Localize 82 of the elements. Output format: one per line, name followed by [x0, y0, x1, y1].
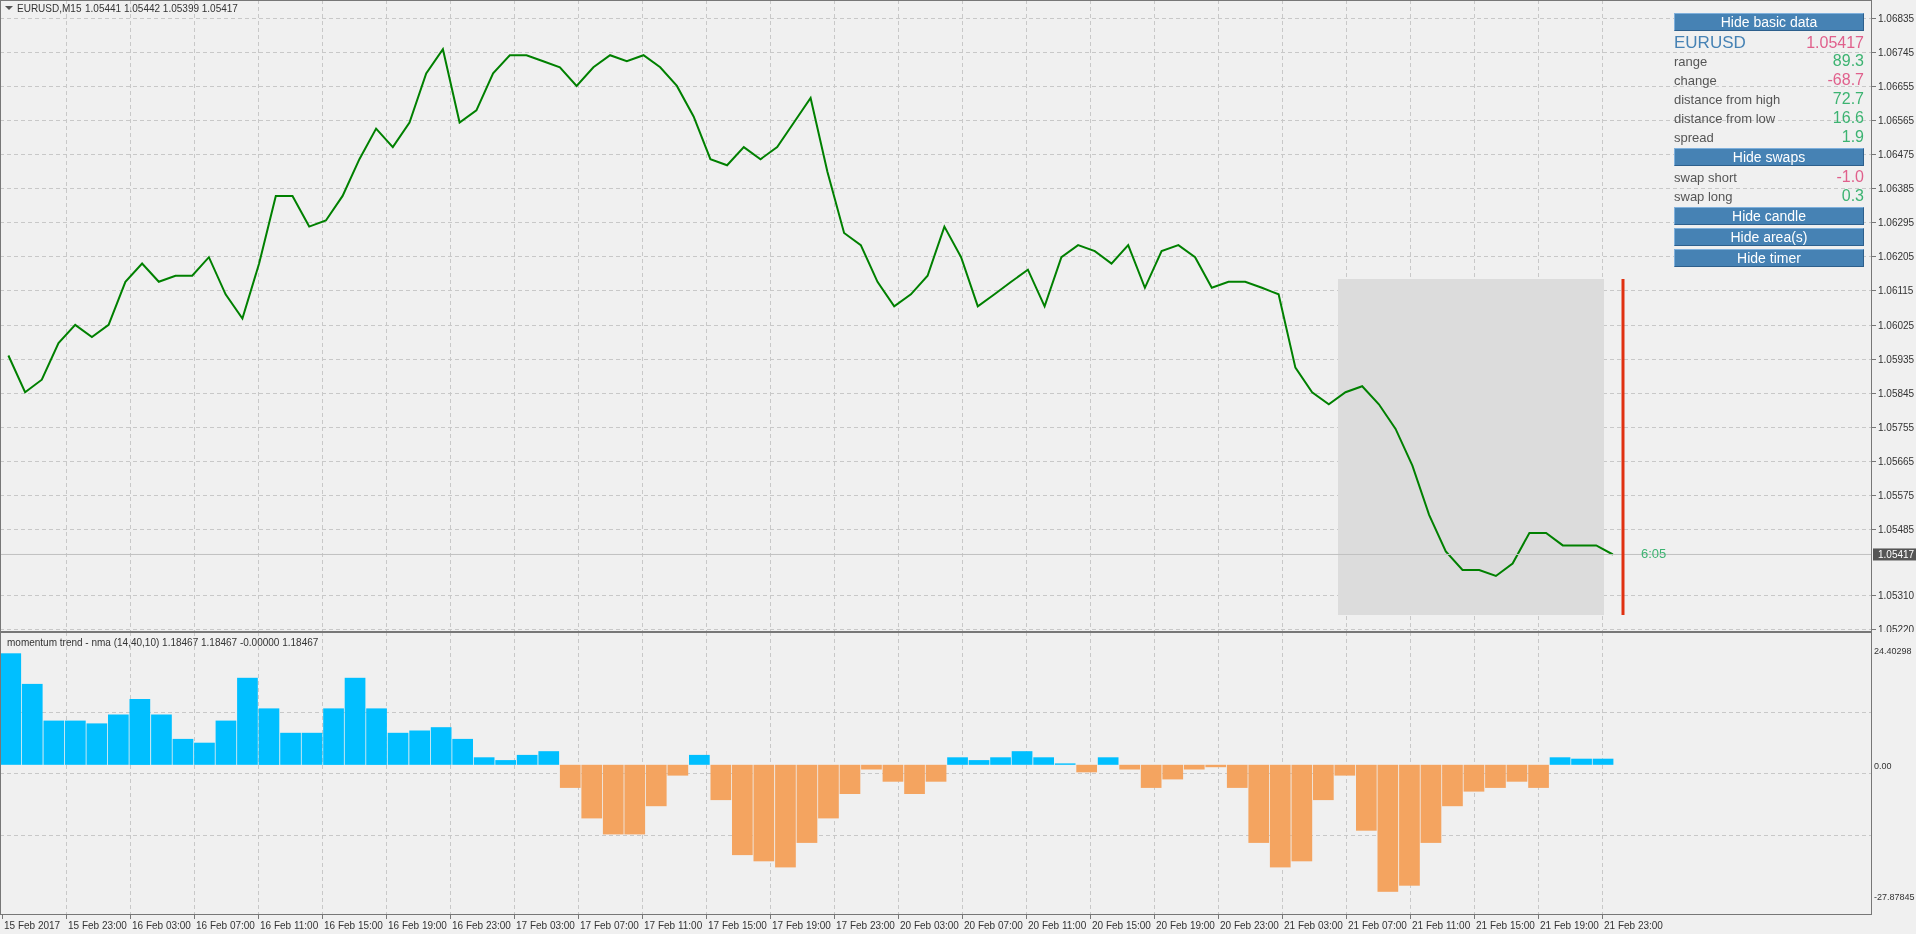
- dropdown-triangle-icon[interactable]: [5, 6, 13, 10]
- indicator-axis-label: 0.00: [1874, 761, 1892, 771]
- time-axis-label: 21 Feb 07:00: [1348, 920, 1407, 931]
- stat-label: change: [1674, 73, 1717, 88]
- momentum-bar: [129, 699, 151, 765]
- momentum-bar: [1485, 764, 1506, 788]
- time-axis-label: 16 Feb 19:00: [388, 920, 447, 931]
- price-axis-label: 1.06745: [1878, 47, 1915, 58]
- stat-label: spread: [1674, 130, 1714, 145]
- momentum-bar: [409, 730, 430, 765]
- time-axis-label: 20 Feb 15:00: [1092, 920, 1151, 931]
- time-axis-label: 21 Feb 11:00: [1412, 920, 1471, 931]
- time-axis-label: 16 Feb 07:00: [196, 920, 255, 931]
- momentum-bar: [86, 723, 108, 765]
- price-value: 1.05417: [1806, 34, 1864, 52]
- time-axis-label: 15 Feb 2017: [4, 920, 61, 931]
- current-price-label: 1.05417: [1873, 548, 1916, 561]
- hide-button[interactable]: Hide timer: [1674, 249, 1864, 267]
- price-axis-label: 1.05575: [1878, 490, 1915, 501]
- time-axis-label: 17 Feb 03:00: [516, 920, 575, 931]
- price-axis-label: 1.06835: [1878, 13, 1915, 24]
- time-axis-label: 17 Feb 19:00: [772, 920, 831, 931]
- stat-value: 72.7: [1832, 90, 1864, 108]
- time-axis-label: 16 Feb 23:00: [452, 920, 511, 931]
- stat-value: 16.6: [1832, 109, 1864, 127]
- price-axis-label: 1.06385: [1878, 183, 1915, 194]
- ohlc-values: 1.05441 1.05442 1.05399 1.05417: [85, 3, 238, 14]
- hide-button[interactable]: Hide area(s): [1674, 228, 1864, 246]
- price-axis-label: 1.06295: [1878, 217, 1915, 228]
- time-axis-label: 17 Feb 23:00: [836, 920, 895, 931]
- price-axis-label: 1.06655: [1878, 81, 1915, 92]
- time-axis-label: 21 Feb 03:00: [1284, 920, 1343, 931]
- time-axis-label: 17 Feb 07:00: [580, 920, 639, 931]
- symbol-label: EURUSD: [1674, 33, 1746, 53]
- stat-label: swap short: [1674, 170, 1737, 185]
- stat-value: 0.3: [1841, 187, 1864, 205]
- price-axis-label: 1.05485: [1878, 524, 1915, 535]
- stat-label: swap long: [1674, 189, 1733, 204]
- price-axis-label: 1.05665: [1878, 456, 1915, 467]
- price-axis-label: 1.06025: [1878, 320, 1915, 331]
- momentum-bar: [108, 714, 129, 765]
- momentum-bar: [65, 720, 86, 765]
- time-axis-label: 17 Feb 15:00: [708, 920, 767, 931]
- indicator-axis-label: -27.87845: [1874, 892, 1915, 902]
- momentum-bar: [1506, 764, 1528, 782]
- price-axis-label: 1.06205: [1878, 251, 1915, 262]
- time-axis-label: 20 Feb 23:00: [1220, 920, 1279, 931]
- stat-value: -68.7: [1827, 71, 1864, 89]
- time-axis-label: 20 Feb 03:00: [900, 920, 959, 931]
- timer-label: 6:05: [1641, 546, 1667, 562]
- price-axis-label: 1.06565: [1878, 115, 1915, 126]
- time-axis-label: 15 Feb 23:00: [68, 920, 127, 931]
- time-axis-label: 21 Feb 19:00: [1540, 920, 1599, 931]
- indicator-axis-label: 24.40298: [1874, 646, 1912, 656]
- time-axis-label: 17 Feb 11:00: [644, 920, 703, 931]
- stat-value: 89.3: [1832, 52, 1864, 70]
- stat-label: distance from high: [1674, 92, 1781, 107]
- price-axis-label: 1.05310: [1878, 590, 1915, 601]
- time-axis-label: 20 Feb 11:00: [1028, 920, 1087, 931]
- time-axis-label: 21 Feb 15:00: [1476, 920, 1535, 931]
- stat-value: -1.0: [1836, 168, 1864, 186]
- time-axis-label: 16 Feb 15:00: [324, 920, 383, 931]
- stat-value: 1.9: [1841, 128, 1864, 146]
- momentum-bar: [602, 764, 624, 835]
- time-axis-label: 20 Feb 19:00: [1156, 920, 1215, 931]
- stat-label: range: [1674, 54, 1708, 69]
- momentum-bar: [430, 727, 452, 765]
- time-axis-label: 16 Feb 11:00: [260, 920, 319, 931]
- time-axis-label: 20 Feb 07:00: [964, 920, 1023, 931]
- chart-title: EURUSD,M15: [17, 3, 82, 14]
- indicator-title: momentum trend - nma (14,40,10) 1.18467 1.18467 -0.00000 1.18467: [7, 637, 319, 648]
- price-axis-label: 1.05755: [1878, 422, 1915, 433]
- price-axis-label: 1.06475: [1878, 149, 1915, 160]
- time-axis-label: 16 Feb 03:00: [132, 920, 191, 931]
- price-axis-label: 1.05845: [1878, 388, 1915, 399]
- hide-button[interactable]: Hide basic data: [1674, 13, 1864, 31]
- price-axis-label: 1.05935: [1878, 354, 1915, 365]
- hide-button[interactable]: Hide candle: [1674, 207, 1864, 225]
- stat-label: distance from low: [1674, 111, 1776, 126]
- hide-button[interactable]: Hide swaps: [1674, 148, 1864, 166]
- time-axis-label: 21 Feb 23:00: [1604, 920, 1663, 931]
- price-axis-label: 1.06115: [1878, 285, 1914, 296]
